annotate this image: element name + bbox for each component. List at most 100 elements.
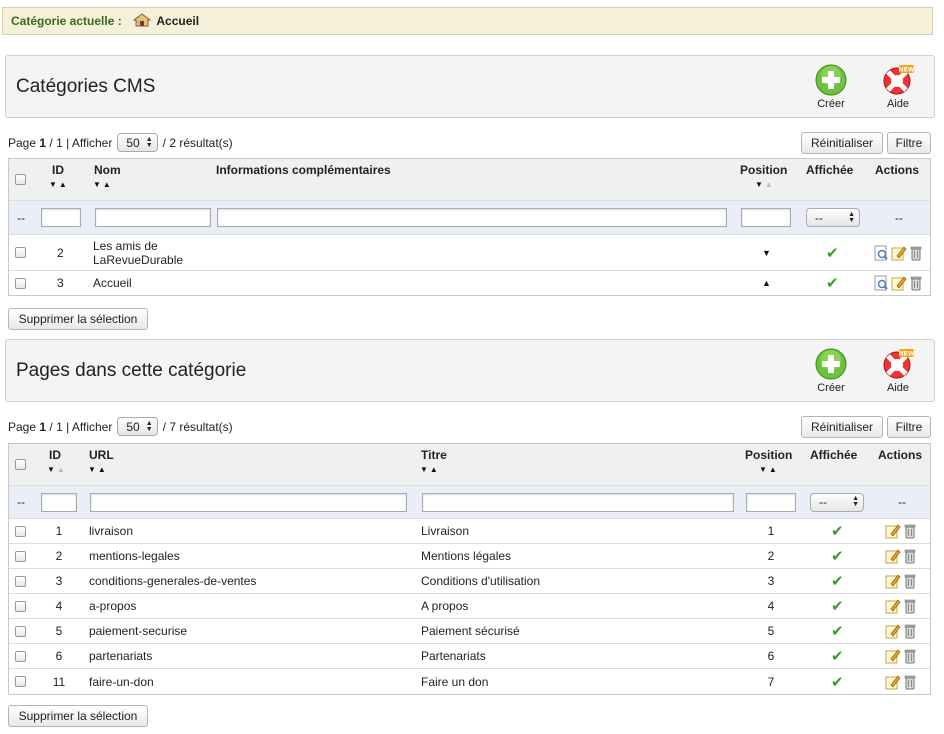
filter-position-input[interactable] xyxy=(746,492,796,512)
sort-arrows-position[interactable]: ▼▲ xyxy=(759,465,779,474)
check-icon[interactable]: ✔ xyxy=(826,244,839,262)
edit-icon[interactable] xyxy=(891,275,907,291)
edit-icon[interactable] xyxy=(885,623,901,639)
edit-icon[interactable] xyxy=(885,548,901,564)
move-up-icon[interactable]: ▲ xyxy=(762,271,771,295)
edit-icon[interactable] xyxy=(885,648,901,664)
sort-arrows-title[interactable]: ▼▲ xyxy=(420,465,440,474)
check-icon[interactable]: ✔ xyxy=(831,572,844,590)
check-icon[interactable]: ✔ xyxy=(831,622,844,640)
row-checkbox[interactable] xyxy=(15,676,26,687)
filter-displayed-select[interactable]: -- ▲ ▼ xyxy=(810,492,864,512)
table-row[interactable]: 3 Accueil ▲ ✔ xyxy=(9,271,930,295)
filter-id-input[interactable] xyxy=(41,208,81,227)
row-position[interactable]: 4 xyxy=(765,594,777,618)
filter-info-input[interactable] xyxy=(217,208,727,227)
delete-icon[interactable] xyxy=(903,573,917,589)
delete-selection-button[interactable]: Supprimer la sélection xyxy=(8,308,148,330)
table-row[interactable]: 2 mentions-legales Mentions légales 2 ✔ xyxy=(9,544,930,569)
select-all-checkbox[interactable] xyxy=(15,174,26,185)
row-title[interactable]: Livraison xyxy=(421,519,469,543)
check-icon[interactable]: ✔ xyxy=(831,647,844,665)
row-url[interactable]: conditions-generales-de-ventes xyxy=(89,569,256,593)
row-title[interactable]: Faire un don xyxy=(421,669,488,694)
delete-icon[interactable] xyxy=(903,523,917,539)
delete-icon[interactable] xyxy=(903,674,917,690)
row-checkbox[interactable] xyxy=(15,600,26,612)
row-position[interactable]: 3 xyxy=(765,569,777,593)
reset-button[interactable]: Réinitialiser xyxy=(801,416,883,438)
create-category-button[interactable]: Créer xyxy=(809,64,853,110)
check-icon[interactable]: ✔ xyxy=(831,673,844,691)
edit-icon[interactable] xyxy=(885,598,901,614)
select-all-checkbox[interactable] xyxy=(15,459,26,470)
row-name[interactable]: Les amis de LaRevueDurable xyxy=(93,235,203,270)
per-page-select[interactable]: 50 ▲ ▼ xyxy=(117,417,158,436)
filter-title-input[interactable] xyxy=(422,492,734,512)
filter-id-input[interactable] xyxy=(41,492,77,512)
breadcrumb-current[interactable]: Accueil xyxy=(156,14,199,28)
row-checkbox[interactable] xyxy=(15,525,26,537)
edit-icon[interactable] xyxy=(885,674,901,690)
table-row[interactable]: 6 partenariats Partenariats 6 ✔ xyxy=(9,644,930,669)
row-checkbox[interactable] xyxy=(15,247,26,258)
row-position[interactable]: 1 xyxy=(765,519,777,543)
check-icon[interactable]: ✔ xyxy=(831,522,844,540)
filter-position-input[interactable] xyxy=(741,208,791,227)
edit-icon[interactable] xyxy=(885,523,901,539)
per-page-select[interactable]: 50 ▲ ▼ xyxy=(117,133,158,152)
row-title[interactable]: Paiement sécurisé xyxy=(421,619,520,643)
filter-url-input[interactable] xyxy=(90,492,407,512)
row-checkbox[interactable] xyxy=(15,625,26,637)
sort-arrows-url[interactable]: ▼▲ xyxy=(88,465,108,474)
delete-icon[interactable] xyxy=(903,623,917,639)
row-position[interactable]: 7 xyxy=(765,669,777,694)
table-row[interactable]: 5 paiement-securise Paiement sécurisé 5 … xyxy=(9,619,930,644)
sort-arrows-position[interactable]: ▼▲ xyxy=(755,180,775,189)
row-url[interactable]: a-propos xyxy=(89,594,136,618)
row-url[interactable]: paiement-securise xyxy=(89,619,187,643)
edit-icon[interactable] xyxy=(885,573,901,589)
row-checkbox[interactable] xyxy=(15,575,26,587)
delete-icon[interactable] xyxy=(903,548,917,564)
check-icon[interactable]: ✔ xyxy=(831,547,844,565)
view-icon[interactable] xyxy=(873,245,889,261)
delete-icon[interactable] xyxy=(909,275,923,291)
help-button[interactable]: NEW Aide xyxy=(876,64,920,110)
check-icon[interactable]: ✔ xyxy=(831,597,844,615)
row-title[interactable]: Conditions d'utilisation xyxy=(421,569,540,593)
row-title[interactable]: Partenariats xyxy=(421,644,486,668)
table-row[interactable]: 1 livraison Livraison 1 ✔ xyxy=(9,519,930,544)
sort-arrows-id[interactable]: ▼▲ xyxy=(49,180,69,189)
row-checkbox[interactable] xyxy=(15,650,26,662)
create-page-button[interactable]: Créer xyxy=(809,348,853,394)
check-icon[interactable]: ✔ xyxy=(826,274,839,292)
filter-displayed-select[interactable]: -- ▲ ▼ xyxy=(806,208,860,227)
edit-icon[interactable] xyxy=(891,245,907,261)
row-url[interactable]: faire-un-don xyxy=(89,669,154,694)
delete-selection-button[interactable]: Supprimer la sélection xyxy=(8,705,148,727)
row-url[interactable]: mentions-legales xyxy=(89,544,180,568)
row-title[interactable]: A propos xyxy=(421,594,468,618)
row-position[interactable]: 2 xyxy=(765,544,777,568)
delete-icon[interactable] xyxy=(909,245,923,261)
row-checkbox[interactable] xyxy=(15,550,26,562)
row-title[interactable]: Mentions légales xyxy=(421,544,511,568)
sort-arrows-id[interactable]: ▼▲ xyxy=(47,465,67,474)
table-row[interactable]: 3 conditions-generales-de-ventes Conditi… xyxy=(9,569,930,594)
row-position[interactable]: 5 xyxy=(765,619,777,643)
table-row[interactable]: 11 faire-un-don Faire un don 7 ✔ xyxy=(9,669,930,694)
filter-button[interactable]: Filtre xyxy=(887,132,931,154)
row-url[interactable]: partenariats xyxy=(89,644,152,668)
table-row[interactable]: 4 a-propos A propos 4 ✔ xyxy=(9,594,930,619)
sort-arrows-name[interactable]: ▼▲ xyxy=(93,180,113,189)
view-icon[interactable] xyxy=(873,275,889,291)
filter-name-input[interactable] xyxy=(95,208,211,227)
delete-icon[interactable] xyxy=(903,648,917,664)
move-down-icon[interactable]: ▼ xyxy=(762,235,771,270)
reset-button[interactable]: Réinitialiser xyxy=(801,132,883,154)
help-button[interactable]: NEW Aide xyxy=(876,348,920,394)
delete-icon[interactable] xyxy=(903,598,917,614)
row-checkbox[interactable] xyxy=(15,277,26,289)
table-row[interactable]: 2 Les amis de LaRevueDurable ▼ ✔ xyxy=(9,235,930,271)
